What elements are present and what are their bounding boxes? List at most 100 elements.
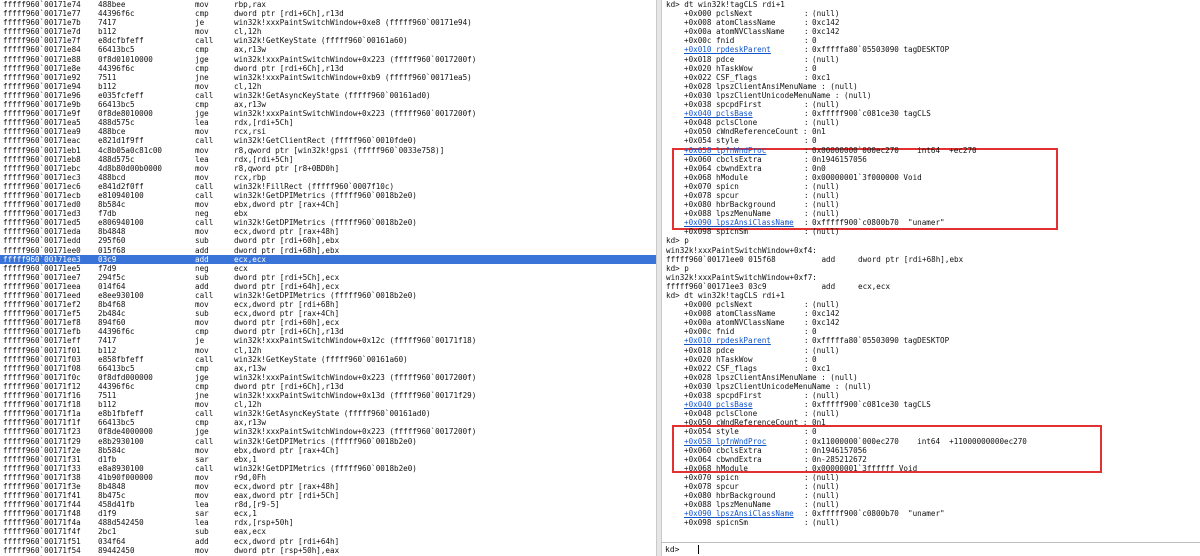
instruction-operands: win32k!xxxPaintSwitchWindow+0xe8 (fffff9… [234,18,472,28]
instruction-operands: r8d,[r9-5] [234,500,280,510]
output-text: kd> dt win32k!tagCLS rdi+1 [666,291,785,300]
instruction-mnemonic: mov [195,545,209,555]
disasm-line[interactable]: fffff960`00171e84 66413bc5 cmp ax,r13w [0,45,656,54]
disasm-line[interactable]: fffff960`00171f41 8b475c mov eax,dword ptr … [0,491,656,500]
command-input[interactable] [700,544,1190,555]
disasm-line[interactable]: fffff960`00171eda 8b4848 mov ecx,dword ptr … [0,227,656,236]
disasm-line[interactable]: fffff960`00171ef8 894f60 mov dword ptr [rdi… [0,318,656,327]
disasm-line[interactable]: fffff960`00171ebc 4d8b80d00b0000 mov r8,qwo… [0,164,656,173]
instruction-address: fffff960`00171f16 [3,391,81,401]
disasm-line[interactable]: fffff960`00171f2e 8b584c mov ebx,dword ptr … [0,446,656,455]
field-link[interactable]: +0x040 pclsBase [684,400,753,409]
disasm-line[interactable]: fffff960`00171e7d b112 mov cl,12h [0,27,656,36]
field-link[interactable]: +0x090 lpszAnsiClassName [684,509,794,518]
disasm-line[interactable]: fffff960`00171f16 7511 jne win32k!xxxPaintS… [0,391,656,400]
disasm-line[interactable]: fffff960`00171ee7 294f5c sub dword ptr [rdi… [0,273,656,282]
instruction-operands: win32k!GetDPIMetrics (fffff960`0018b2e0) [234,291,417,300]
disasm-line[interactable]: fffff960`00171ea9 488bce mov rcx,rsi [0,127,656,136]
field-link[interactable]: +0x010 rpdeskParent [684,336,771,345]
instruction-address: fffff960`00171efb [3,327,81,337]
field-link[interactable]: +0x058 lpfnWndProc [684,146,766,155]
field-value: (null) [812,491,840,501]
disasm-line[interactable]: fffff960`00171e94 b112 mov cl,12h [0,82,656,91]
disasm-line[interactable]: fffff960`00171ed3 f7db neg ebx [0,209,656,218]
field-value: 0n1946157056 [812,154,867,164]
instruction-operands: win32k!GetKeyState (fffff960`00161a60) [234,36,408,46]
disasm-line[interactable]: fffff960`00171f18 b112 mov cl,12h [0,400,656,409]
instruction-mnemonic: call [195,436,214,446]
disasm-line[interactable]: fffff960`00171f23 0f8de4000000 jge win32k!x… [0,427,656,436]
instruction-mnemonic: add [195,254,209,264]
disasm-line[interactable]: fffff960`00171eff 7417 je win32k!xxxPaintSw… [0,336,656,345]
disasm-current-line[interactable]: fffff960`00171ee3 03c9 add ecx,ecx [0,254,656,264]
instruction-mnemonic: call [195,218,214,228]
disasm-line[interactable]: fffff960`00171eac e821d1f9ff call win32k!Ge… [0,136,656,145]
disasm-line[interactable]: fffff960`00171f33 e8a8930100 call win32k!Ge… [0,464,656,473]
disasm-line[interactable]: fffff960`00171ea5 488d575c lea rdx,[rdi+5Ch… [0,118,656,127]
disasm-line[interactable]: fffff960`00171ee5 f7d9 neg ecx [0,264,656,273]
disasm-line[interactable]: fffff960`00171e7f e8dcfbfeff call win32k!Ge… [0,36,656,45]
command-output-pane[interactable]: kd> dt win32k!tagCLS rdi+1 +0x000 pclsNex… [662,0,1200,556]
disasm-line[interactable]: fffff960`00171f3e 8b4848 mov ecx,dword ptr … [0,482,656,491]
field-separator: : [804,27,809,37]
disasm-line[interactable]: fffff960`00171e7b 7417 je win32k!xxxPaintSw… [0,18,656,27]
disasm-line[interactable]: fffff960`00171edd 295f60 sub dword ptr [rdi… [0,236,656,245]
disasm-line[interactable]: fffff960`00171f44 458d41fb lea r8d,[r9-5] [0,500,656,509]
disasm-line[interactable]: fffff960`00171e88 0f8d01010000 jge win32k!x… [0,55,656,64]
instruction-address: fffff960`00171f4f [3,527,81,537]
disassembly-pane[interactable]: fffff960`00171e74 488bee mov rbp,rax fffff96… [0,0,656,556]
disasm-line[interactable]: fffff960`00171e74 488bee mov rbp,rax [0,0,656,9]
disasm-line[interactable]: fffff960`00171eb1 4c8b05a0c81c00 mov r8,qwo… [0,146,656,155]
disasm-line[interactable]: fffff960`00171f48 d1f9 sar ecx,1 [0,509,656,518]
output-field-line: +0x018 pdce (null): [662,55,1198,64]
disasm-line[interactable]: fffff960`00171f01 b112 mov cl,12h [0,346,656,355]
disasm-line[interactable]: fffff960`00171f29 e8b2930100 call win32k!Ge… [0,437,656,446]
field-separator: : [804,181,809,191]
disasm-line[interactable]: fffff960`00171eed e8ee930100 call win32k!Ge… [0,291,656,300]
output-field-line: +0x00c fnid 0: [662,36,1198,45]
disasm-line[interactable]: fffff960`00171ec6 e841d2f0ff call win32k!Fi… [0,182,656,191]
disasm-line[interactable]: fffff960`00171f1f 66413bc5 cmp ax,r13w [0,418,656,427]
field-value: 0xfffffa80`05503090 tagDESKTOP [812,336,950,346]
disasm-line[interactable]: fffff960`00171f54 89442450 mov dword ptr [r… [0,546,656,555]
disasm-line[interactable]: fffff960`00171f12 44396f6c cmp dword ptr [r… [0,382,656,391]
disasm-line[interactable]: fffff960`00171eea 014f64 add dword ptr [rdi… [0,282,656,291]
disasm-line[interactable]: fffff960`00171ee0 015f68 add dword ptr [rdi… [0,246,656,255]
disasm-line[interactable]: fffff960`00171f08 66413bc5 cmp ax,r13w [0,364,656,373]
disasm-line[interactable]: fffff960`00171ef2 8b4f68 mov ecx,dword ptr … [0,300,656,309]
instruction-mnemonic: mov [195,145,209,155]
disasm-line[interactable]: fffff960`00171efb 44396f6c cmp dword ptr [r… [0,327,656,336]
disasm-line[interactable]: fffff960`00171e92 7511 jne win32k!xxxPaintS… [0,73,656,82]
disasm-line[interactable]: fffff960`00171ed0 8b584c mov ebx,dword ptr … [0,200,656,209]
disasm-line[interactable]: fffff960`00171ec3 488bcd mov rcx,rbp [0,173,656,182]
disasm-line[interactable]: fffff960`00171ef5 2b484c sub ecx,dword ptr … [0,309,656,318]
disasm-line[interactable]: fffff960`00171eb8 488d575c lea rdx,[rdi+5Ch… [0,155,656,164]
disasm-line[interactable]: fffff960`00171f38 41b90f000000 mov r9d,0Fh [0,473,656,482]
output-field-line: +0x000 pclsNext (null): [662,300,1198,309]
disasm-line[interactable]: fffff960`00171e77 44396f6c cmp dword ptr [r… [0,9,656,18]
disasm-line[interactable]: fffff960`00171f1a e8b1fbfeff call win32k!Ge… [0,409,656,418]
disasm-line[interactable]: fffff960`00171f4f 2bc1 sub eax,ecx [0,527,656,536]
instruction-mnemonic: mov [195,400,209,410]
output-field-line: +0x060 cbclsExtra 0n1946157056: [662,446,1198,455]
field-value: 0xc1 [812,72,831,82]
instruction-operands: win32k!xxxPaintSwitchWindow+0x12c (fffff… [234,336,477,346]
field-link[interactable]: +0x090 lpszAnsiClassName [684,218,794,227]
field-link[interactable]: +0x058 lpfnWndProc [684,437,766,446]
disasm-line[interactable]: fffff960`00171e96 e035fcfeff call win32k!Ge… [0,91,656,100]
disasm-line[interactable]: fffff960`00171ecb e810940100 call win32k!Ge… [0,191,656,200]
instruction-operands: win32k!GetDPIMetrics (fffff960`0018b2e0) [234,218,417,228]
disasm-line[interactable]: fffff960`00171f03 e858fbfeff call win32k!Ge… [0,355,656,364]
disasm-line[interactable]: fffff960`00171f4a 488d542450 lea rdx,[rsp+5… [0,518,656,527]
disasm-line[interactable]: fffff960`00171e9f 0f8de8010000 jge win32k!x… [0,109,656,118]
instruction-mnemonic: add [195,536,209,546]
disasm-line[interactable]: fffff960`00171f31 d1fb sar ebx,1 [0,455,656,464]
disasm-line[interactable]: fffff960`00171ed5 e806940100 call win32k!Ge… [0,218,656,227]
field-link[interactable]: +0x010 rpdeskParent [684,45,771,54]
disasm-line[interactable]: fffff960`00171e9b 66413bc5 cmp ax,r13w [0,100,656,109]
disasm-line[interactable]: fffff960`00171f51 034f64 add ecx,dword ptr … [0,537,656,546]
disasm-line[interactable]: fffff960`00171f0c 0f8dfd000000 jge win32k!x… [0,373,656,382]
disasm-line[interactable]: fffff960`00171e8e 44396f6c cmp dword ptr [r… [0,64,656,73]
field-link[interactable]: +0x040 pclsBase [684,109,753,118]
instruction-mnemonic: cmp [195,327,209,337]
